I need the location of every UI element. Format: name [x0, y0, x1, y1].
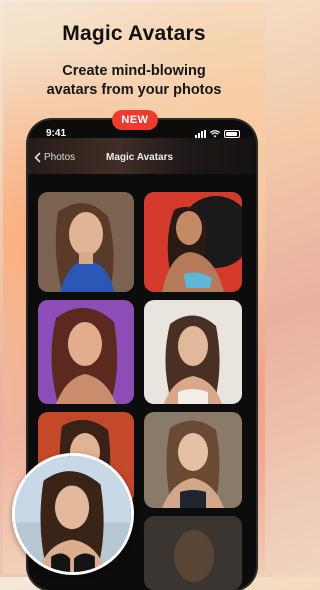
subheadline-line-2: avatars from your photos: [46, 82, 222, 98]
signal-icon: [195, 130, 206, 138]
subheadline: Create mind-blowing avatars from your ph…: [0, 62, 268, 100]
avatar-tile-4[interactable]: [144, 300, 242, 404]
avatar-tile-2[interactable]: [144, 192, 242, 292]
avatar-tile-3[interactable]: [38, 300, 134, 404]
back-label: Photos: [44, 152, 76, 163]
avatar-tile-7[interactable]: [144, 516, 242, 590]
avatar-tile-6[interactable]: [144, 412, 242, 508]
back-button[interactable]: Photos: [34, 152, 75, 163]
nav-title: Magic Avatars: [106, 152, 174, 163]
status-time: 9:41: [46, 128, 67, 139]
avatar-tile-1[interactable]: [38, 192, 134, 292]
nav-bar: Photos Magic Avatars: [28, 148, 256, 168]
new-badge: NEW: [112, 110, 158, 130]
wifi-icon: [210, 130, 220, 138]
battery-icon: [224, 130, 240, 138]
status-icons: [195, 130, 240, 138]
chevron-left-icon: [34, 152, 41, 163]
subheadline-line-1: Create mind-blowing: [62, 63, 206, 79]
status-bar: 9:41: [28, 128, 256, 142]
headline: Magic Avatars: [62, 22, 206, 45]
source-photo-bubble[interactable]: [12, 453, 134, 575]
